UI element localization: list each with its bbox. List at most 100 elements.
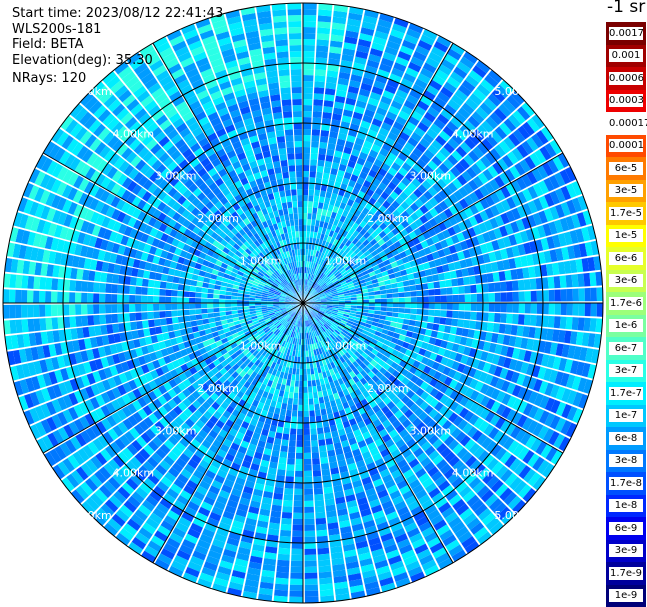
beta-gate-cell — [303, 21, 316, 28]
beta-gate-cell — [277, 141, 286, 149]
beta-gate-cell — [27, 290, 34, 303]
beta-gate-cell — [281, 517, 292, 525]
beta-gate-cell — [457, 319, 465, 328]
beta-gate-cell — [147, 279, 155, 288]
beta-gate-cell — [297, 201, 303, 208]
beta-gate-cell — [307, 380, 312, 387]
beta-gate-cell — [318, 147, 327, 155]
beta-gate-cell — [308, 189, 315, 196]
beta-gate-cell — [292, 404, 298, 411]
beta-gate-cell — [135, 304, 142, 312]
beta-gate-cell — [310, 159, 318, 166]
beta-gate-cell — [398, 308, 405, 314]
beta-gate-cell — [303, 440, 311, 447]
beta-gate-cell — [304, 524, 315, 531]
beta-gate-cell — [207, 308, 214, 314]
beta-gate-cell — [153, 280, 161, 288]
beta-gate-cell — [148, 271, 157, 280]
beta-gate-cell — [297, 410, 303, 417]
beta-gate-cell — [57, 304, 64, 316]
beta-gate-cell — [51, 304, 58, 317]
beta-gate-cell — [504, 324, 512, 335]
beta-gate-cell — [392, 303, 399, 308]
beta-gate-cell — [565, 316, 573, 330]
beta-gate-cell — [452, 303, 459, 311]
beta-gate-cell — [303, 225, 307, 232]
beta-gate-cell — [494, 303, 501, 313]
beta-gate-cell — [183, 291, 190, 298]
beta-gate-cell — [136, 320, 143, 330]
beta-gate-cell — [308, 195, 314, 202]
beta-gate-cell — [318, 9, 332, 17]
beta-gate-cell — [33, 304, 40, 318]
beta-gate-cell — [285, 135, 294, 142]
beta-gate-cell — [304, 530, 316, 537]
beta-gate-cell — [311, 135, 320, 142]
beta-gate-cell — [303, 386, 308, 393]
beta-gate-cell — [296, 177, 303, 184]
beta-gate-cell — [287, 201, 293, 209]
beta-gate-cell — [303, 33, 316, 40]
beta-gate-cell — [290, 422, 297, 429]
beta-gate-cell — [318, 445, 327, 453]
beta-gate-cell — [290, 183, 297, 190]
beta-gate-cell — [9, 304, 16, 319]
beta-gate-cell — [290, 560, 303, 567]
beta-gate-cell — [277, 553, 290, 561]
beta-gate-cell — [283, 427, 290, 435]
beta-gate-cell — [310, 422, 317, 429]
beta-gate-cell — [292, 207, 298, 214]
beta-gate-cell — [195, 286, 203, 293]
beta-gate-cell — [3, 289, 10, 303]
beta-gate-cell — [105, 283, 112, 293]
beta-gate-cell — [536, 303, 543, 315]
beta-gate-cell — [249, 303, 256, 306]
beta-gate-cell — [295, 153, 303, 160]
beta-gate-cell — [317, 21, 331, 29]
beta-gate-cell — [303, 45, 315, 52]
beta-gate-cell — [171, 283, 179, 290]
beta-gate-cell — [304, 506, 314, 513]
beta-gate-cell — [303, 39, 316, 46]
beta-gate-cell — [464, 303, 471, 311]
beta-gate-cell — [444, 325, 452, 334]
beta-gate-cell — [297, 207, 303, 214]
beta-gate-cell — [213, 294, 220, 299]
beta-gate-cell — [416, 303, 423, 309]
beta-gate-cell — [277, 463, 287, 471]
beta-gate-cell — [183, 297, 190, 303]
beta-gate-cell — [160, 273, 168, 282]
beta-gate-cell — [272, 9, 287, 17]
beta-gate-cell — [153, 303, 160, 311]
beta-gate-cell — [288, 446, 296, 453]
beta-gate-cell — [141, 312, 148, 320]
beta-gate-cell — [312, 464, 321, 471]
beta-gate-cell — [195, 292, 202, 298]
beta-gate-cell — [159, 318, 167, 326]
beta-gate-cell — [166, 324, 174, 332]
beta-gate-cell — [289, 177, 296, 184]
beta-gate-cell — [99, 282, 106, 293]
beta-gate-cell — [274, 589, 288, 597]
beta-gate-cell — [255, 303, 262, 306]
beta-gate-cell — [183, 309, 190, 316]
beta-gate-cell — [432, 323, 440, 331]
beta-gate-cell — [276, 51, 289, 59]
beta-gate-cell — [469, 320, 477, 330]
beta-gate-cell — [275, 130, 285, 138]
beta-gate-cell — [313, 397, 319, 405]
beta-gate-cell — [147, 319, 155, 328]
beta-gate-cell — [45, 317, 53, 330]
beta-gate-cell — [304, 566, 318, 573]
beta-gate-cell — [189, 303, 196, 309]
beta-gate-cell — [312, 111, 322, 118]
beta-gate-cell — [189, 291, 196, 298]
beta-gate-cell — [303, 57, 315, 64]
beta-gate-cell — [374, 306, 381, 311]
beta-gate-cell — [451, 318, 459, 327]
beta-gate-cell — [303, 410, 309, 417]
beta-gate-cell — [303, 69, 314, 76]
beta-gate-cell — [201, 303, 208, 309]
beta-gate-cell — [195, 314, 203, 320]
beta-gate-cell — [201, 292, 208, 298]
